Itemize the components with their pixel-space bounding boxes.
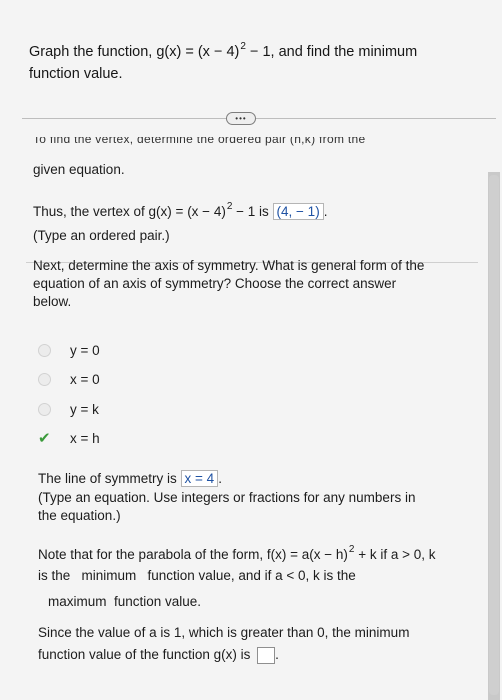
symmetry-hint-line-2: the equation.) <box>38 508 121 523</box>
radio-button[interactable] <box>38 372 51 386</box>
scrollbar-thumb[interactable] <box>489 175 499 695</box>
axis-question-line-3: below. <box>33 294 72 309</box>
symmetry-hint: (Type an equation. Use integers or fract… <box>38 489 415 525</box>
option-y-equals-0[interactable]: y = 0 <box>38 340 100 360</box>
note-line-2: is the minimum function value, and if a … <box>38 568 356 583</box>
conclusion-period: . <box>275 647 279 662</box>
symmetry-statement-text: The line of symmetry is <box>38 471 181 486</box>
vertex-exponent: 2 <box>226 201 233 212</box>
note-exponent: 2 <box>348 544 355 555</box>
conclusion-line-2-text: function value of the function g(x) is <box>38 647 255 662</box>
clipped-previous-step-text: To find the vertex, determine the ordere… <box>33 137 453 149</box>
option-label: y = 0 <box>70 342 100 358</box>
vertex-statement-is: − 1 is <box>232 204 273 219</box>
correct-check-icon: ✔ <box>38 429 51 447</box>
question-line-1-tail: − 1, and find the minimum <box>245 44 418 60</box>
symmetry-hint-line-1: (Type an equation. Use integers or fract… <box>38 490 416 505</box>
question-line-1-main: Graph the function, g(x) = (x − 4) <box>29 44 240 60</box>
vertex-statement: Thus, the vertex of g(x) = (x − 4)2 − 1 … <box>33 201 328 223</box>
note-line-1: Note that for the parabola of the form, … <box>38 544 436 566</box>
note-line-3: maximum function value. <box>48 594 202 609</box>
conclusion-line-1: Since the value of a is 1, which is grea… <box>38 625 410 640</box>
expand-more-button[interactable]: ••• <box>226 112 256 125</box>
vertex-statement-text: Thus, the vertex of g(x) = (x − 4) <box>33 204 226 219</box>
radio-button[interactable] <box>38 343 51 357</box>
clipped-step-text: To find the vertex, determine the ordere… <box>33 137 366 146</box>
question-line-1: Graph the function, g(x) = (x − 4)2 − 1,… <box>29 41 469 64</box>
option-x-equals-0[interactable]: x = 0 <box>38 369 100 389</box>
option-label: x = 0 <box>70 371 100 387</box>
vertex-period: . <box>323 204 328 219</box>
option-x-equals-h[interactable]: ✔ x = h <box>38 428 100 448</box>
symmetry-statement: The line of symmetry is x = 4. <box>38 470 222 488</box>
minimum-value-input[interactable] <box>257 646 276 664</box>
axis-question-line-2: equation of an axis of symmetry? Choose … <box>33 276 397 291</box>
note-line-1-text: Note that for the parabola of the form, … <box>38 547 348 562</box>
option-y-equals-k[interactable]: y = k <box>38 399 99 419</box>
note-line-1-tail: + k if a > 0, k <box>354 547 436 562</box>
section-divider <box>22 118 496 119</box>
axis-question: Next, determine the axis of symmetry. Wh… <box>33 257 473 311</box>
radio-button[interactable] <box>38 402 51 416</box>
symmetry-period: . <box>218 471 222 486</box>
option-label: x = h <box>70 430 100 446</box>
vertex-answer: (4, − 1) <box>272 203 324 220</box>
question-exponent: 2 <box>240 41 246 52</box>
option-label: y = k <box>70 401 99 417</box>
vertex-hint: (Type an ordered pair.) <box>33 228 170 243</box>
conclusion-line-2: function value of the function g(x) is . <box>38 646 279 664</box>
question-text: Graph the function, g(x) = (x − 4)2 − 1,… <box>29 41 469 85</box>
given-equation-text: given equation. <box>33 162 125 177</box>
symmetry-answer: x = 4 <box>180 470 219 487</box>
axis-question-line-1: Next, determine the axis of symmetry. Wh… <box>33 258 425 273</box>
question-line-2: function value. <box>29 66 123 82</box>
